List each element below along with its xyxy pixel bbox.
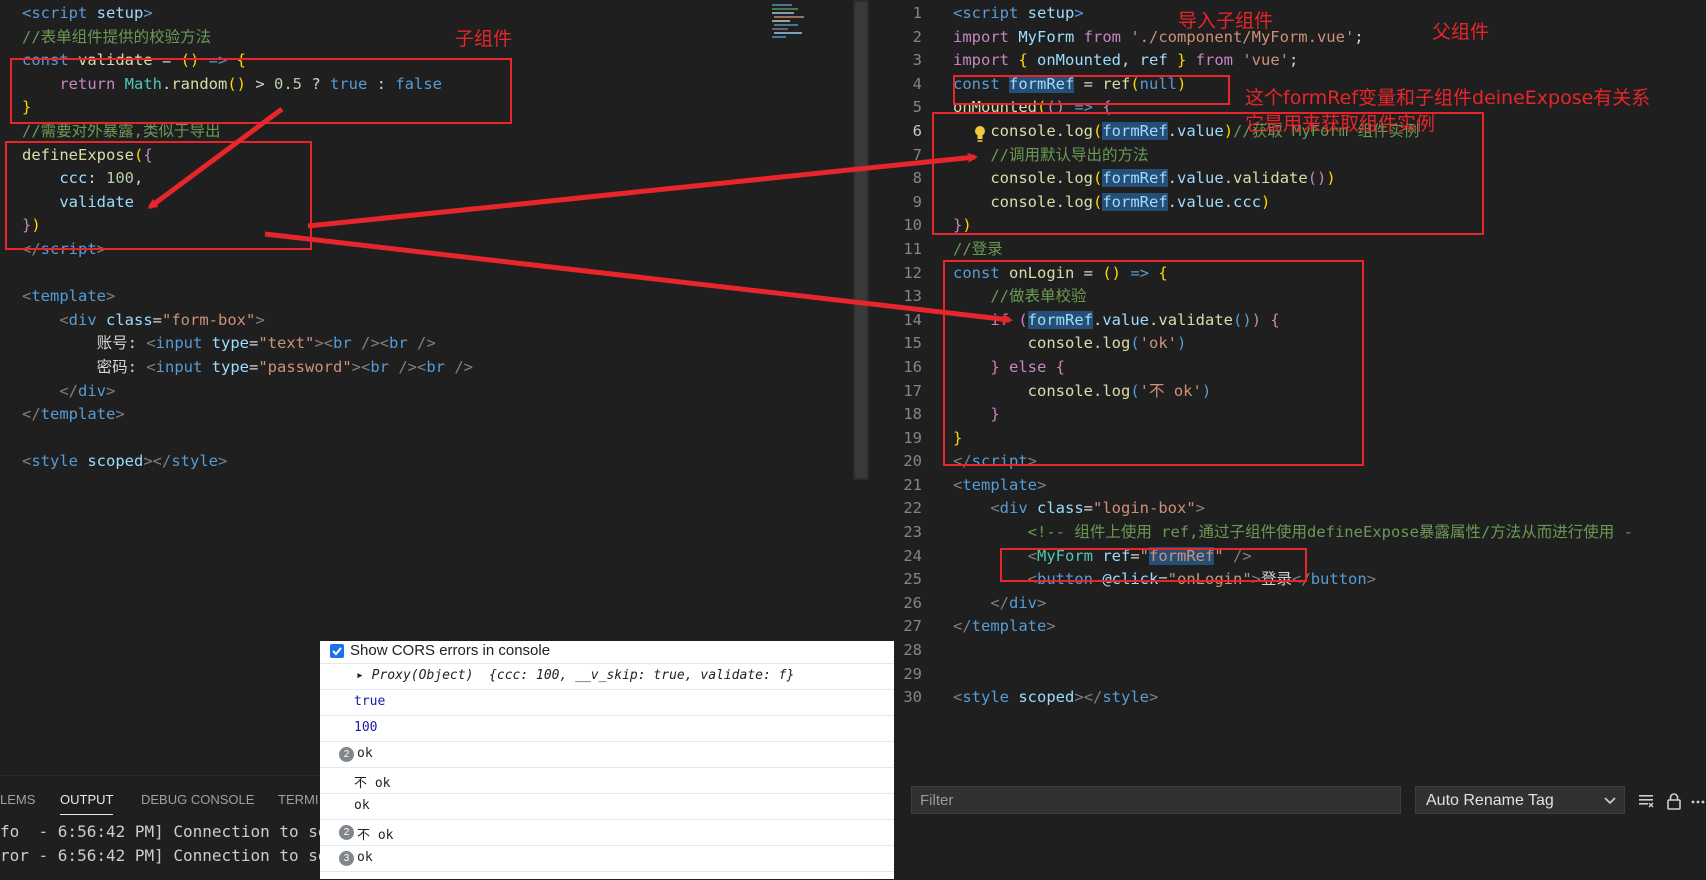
filter-input[interactable]: Filter (911, 786, 1401, 814)
console-message[interactable]: 不 ok (320, 767, 894, 794)
cors-checkbox[interactable] (330, 644, 344, 658)
output-line: ror - 6:56:42 PM] Connection to se (0, 846, 328, 865)
checkmark-icon (332, 647, 342, 656)
arrow-validate-to-expose (147, 106, 284, 210)
more-actions-icon[interactable] (1691, 792, 1705, 810)
tab-output[interactable]: OUTPUT (60, 792, 114, 815)
cors-setting-row[interactable]: Show CORS errors in console (320, 641, 894, 664)
console-message[interactable]: 2不 ok (320, 819, 894, 846)
console-message-text: ok (354, 798, 370, 813)
output-channel-label: Auto Rename Tag (1426, 792, 1554, 809)
console-message-text: 100 (354, 720, 378, 735)
console-message[interactable]: 3 ok (320, 845, 894, 872)
console-message[interactable]: ok (320, 793, 894, 820)
console-message-text: ▸ Proxy(Object) {ccc: 100, __v_skip: tru… (356, 668, 795, 683)
tab-debug-console[interactable]: DEBUG CONSOLE (141, 792, 254, 807)
arrow-expose-to-onlogin (264, 231, 1013, 325)
clear-output-icon[interactable] (1637, 792, 1655, 810)
console-message-text: ok (357, 850, 373, 865)
console-message[interactable]: true (320, 689, 894, 716)
chevron-down-icon (1604, 797, 1616, 805)
devtools-console: Show CORS errors in console ▸ Proxy(Obje… (320, 641, 894, 879)
console-message[interactable]: 2 ok (320, 741, 894, 768)
console-message-text: ok (357, 746, 373, 761)
tab-terminal[interactable]: TERMI (278, 792, 318, 807)
repeat-count-badge: 2 (339, 747, 354, 762)
console-message-text: true (354, 694, 386, 709)
console-message-text: 不 ok (354, 776, 391, 791)
output-channel-select[interactable]: Auto Rename Tag (1415, 786, 1625, 814)
console-message-text: 不 ok (357, 828, 394, 843)
tab-problems[interactable]: LEMS (0, 792, 35, 807)
lock-icon[interactable] (1665, 792, 1683, 810)
console-message[interactable]: ▸ Proxy(Object) {ccc: 100, __v_skip: tru… (320, 663, 894, 690)
output-toolbar: Filter Auto Rename Tag (895, 784, 1706, 824)
repeat-count-badge: 3 (339, 851, 354, 866)
cors-label: Show CORS errors in console (350, 642, 551, 659)
repeat-count-badge: 2 (339, 825, 354, 840)
output-line: fo - 6:56:42 PM] Connection to se (0, 822, 328, 841)
arrow-expose-to-onmounted (307, 152, 978, 229)
console-message[interactable]: 100 (320, 715, 894, 742)
